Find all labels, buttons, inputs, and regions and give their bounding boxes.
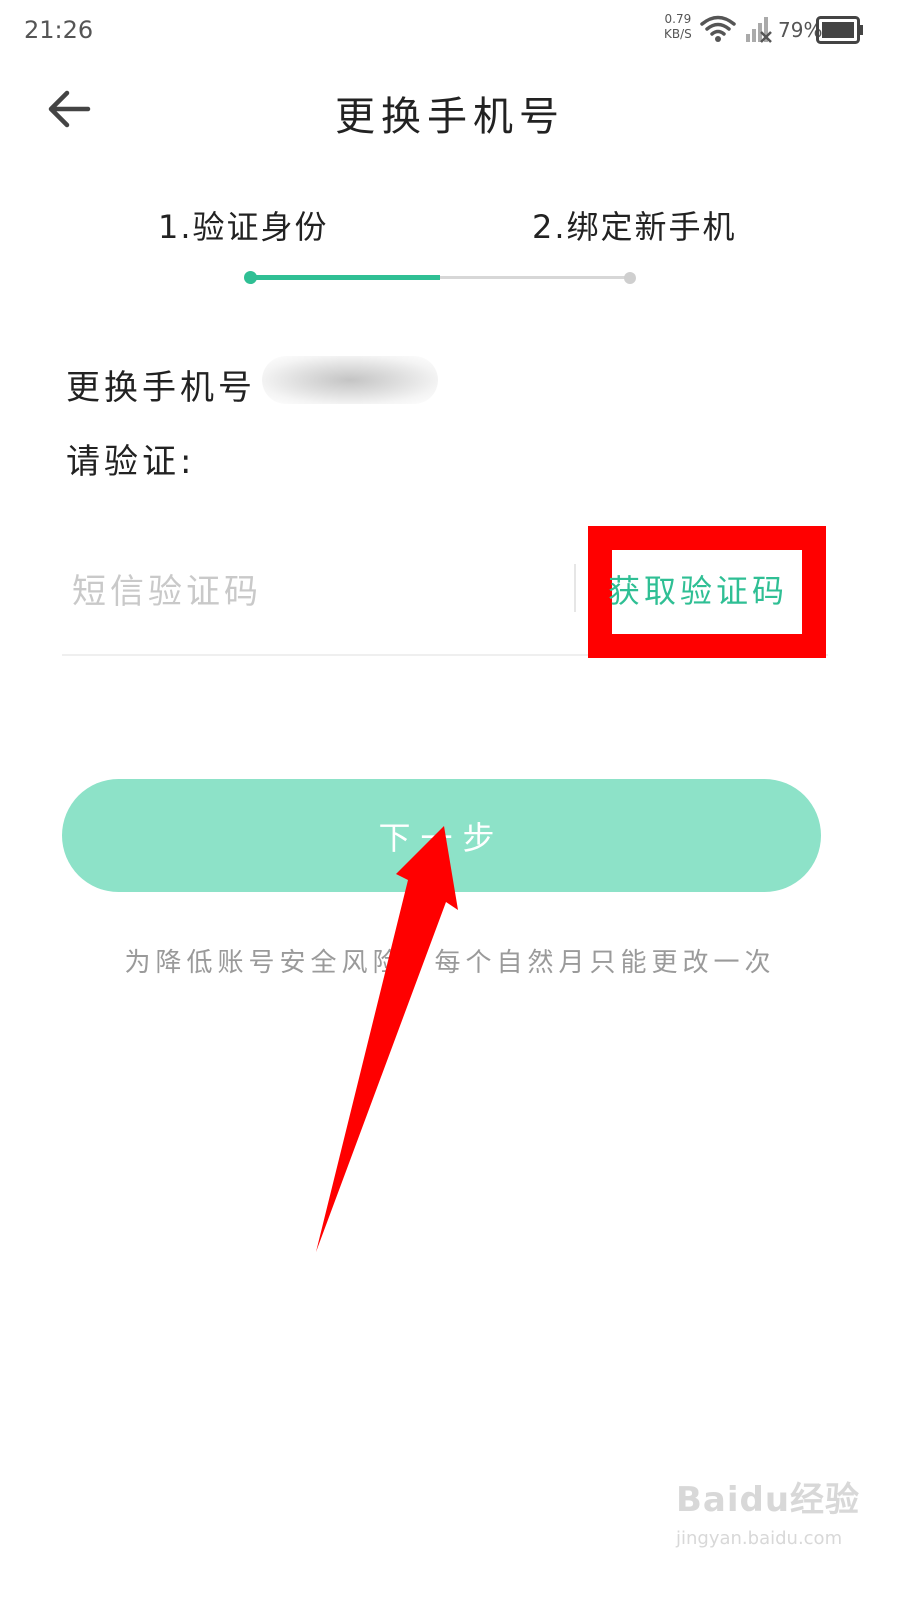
watermark-url: jingyan.baidu.com — [676, 1528, 843, 1549]
annotation-arrow-icon — [316, 826, 458, 1252]
watermark-logo: Baidu经验 — [676, 1480, 861, 1520]
